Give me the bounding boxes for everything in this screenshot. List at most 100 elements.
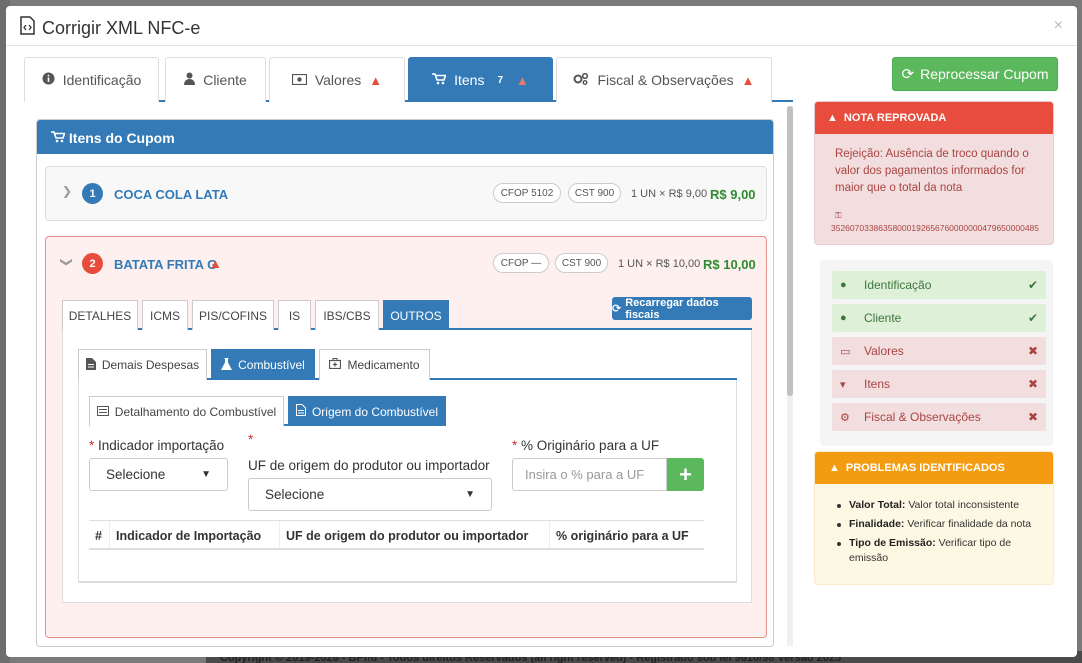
item-name: BATATA FRITA G	[114, 257, 218, 272]
outros-body: Demais Despesas Combustível Medicamento	[62, 330, 752, 603]
items-count-badge: 7	[497, 74, 504, 86]
refresh-icon: ⟳	[901, 66, 915, 83]
combustivel-body: Detalhamento do Combustível Origem do Co…	[78, 380, 737, 583]
cst-badge: CST 900	[555, 253, 608, 273]
tab-demais-despesas[interactable]: Demais Despesas	[78, 349, 207, 380]
tab-cliente-label: Cliente	[203, 72, 247, 88]
validation-status-list: ● Identificação ✔ ● Cliente ✔ ▭ Valores …	[820, 260, 1053, 446]
items-panel-header: Itens do Cupom	[37, 120, 773, 154]
scrollbar-thumb[interactable]	[787, 106, 793, 396]
item-name: COCA COLA LATA	[114, 187, 229, 202]
tab-icms[interactable]: ICMS	[142, 300, 188, 330]
tab-itens[interactable]: Itens 7 ▲	[408, 57, 553, 102]
reload-fiscal-button[interactable]: ⟳ Recarregar dados fiscais	[612, 297, 752, 321]
status-itens[interactable]: ▾ Itens ✖	[832, 370, 1046, 398]
cfop-badge: CFOP —	[493, 253, 549, 273]
col-uf: UF de origem do produtor ou importador	[279, 521, 549, 548]
modal-title-text: Corrigir XML NFC-e	[42, 17, 201, 38]
tab-outros[interactable]: OUTROS	[383, 300, 449, 330]
main-column: Identificação Cliente Valores ▲ Itens 7 …	[24, 57, 793, 647]
indicador-select-value: Selecione	[106, 467, 166, 482]
indicador-label-text: Indicador importação	[98, 438, 225, 453]
chevron-down-icon[interactable]: ❯	[60, 257, 74, 267]
key-icon: ⚿	[835, 210, 842, 220]
uf-required-mark: *	[248, 432, 253, 447]
perc-label-text: % Originário para a UF	[521, 438, 660, 453]
uf-label: UF de origem do produtor ou importador	[248, 458, 490, 473]
info-circle-icon: ●	[840, 279, 847, 291]
user-icon: ●	[840, 312, 847, 324]
check-icon: ✔	[1027, 278, 1038, 292]
col-index: #	[95, 529, 102, 543]
problems-title: PROBLEMAS IDENTIFICADOS	[845, 462, 1005, 474]
flask-icon	[221, 357, 233, 373]
problem-value: Valor total inconsistente	[908, 499, 1020, 511]
money-icon: ▭	[840, 345, 851, 358]
vertical-scrollbar[interactable]	[787, 106, 793, 646]
tab-medicamento[interactable]: Medicamento	[319, 349, 430, 380]
problems-alert: ▲ PROBLEMAS IDENTIFICADOS Valor Total: V…	[814, 451, 1054, 585]
status-fiscal[interactable]: ⚙ Fiscal & Observações ✖	[832, 403, 1046, 431]
refresh-icon: ⟳	[612, 303, 622, 315]
tab-origem-combustivel[interactable]: Origem do Combustível	[288, 396, 446, 426]
uf-select-value: Selecione	[265, 487, 325, 502]
close-icon[interactable]: ×	[1054, 17, 1063, 35]
item-qty: 1 UN × R$ 9,00	[631, 188, 708, 200]
tab-demais-despesas-label: Demais Despesas	[101, 358, 200, 372]
tab-fiscal[interactable]: Fiscal & Observações ▲	[556, 57, 772, 102]
modal-title: Corrigir XML NFC-e	[19, 16, 200, 40]
money-icon	[291, 72, 307, 88]
tab-detalhamento-combustivel[interactable]: Detalhamento do Combustível	[89, 396, 284, 426]
tab-ibs-cbs[interactable]: IBS/CBS	[315, 300, 379, 330]
tab-pis-cofins[interactable]: PIS/COFINS	[192, 300, 274, 330]
rejection-alert: ▲ NOTA REPROVADA Rejeição: Ausência de t…	[814, 101, 1054, 245]
status-cliente[interactable]: ● Cliente ✔	[832, 304, 1046, 332]
tab-detalhes[interactable]: DETALHES	[62, 300, 138, 330]
warning-icon: ▲	[516, 72, 529, 88]
required-mark: *	[512, 438, 518, 453]
cart-icon	[51, 130, 66, 146]
tab-origem-label: Origem do Combustível	[311, 404, 439, 419]
warning-icon: ▲	[209, 256, 222, 271]
warning-icon: ▲	[369, 72, 383, 88]
uf-select[interactable]: Selecione ▼	[248, 478, 492, 511]
indicador-select[interactable]: Selecione ▼	[89, 458, 228, 491]
chave-text: 3526070338635800019265676000000047965000…	[831, 223, 1040, 233]
item-number: 2	[82, 253, 103, 274]
cst-badge: CST 900	[568, 183, 621, 203]
combustivel-tabs: Detalhamento do Combustível Origem do Co…	[89, 396, 446, 426]
rejection-message: Rejeição: Ausência de troco quando o val…	[835, 148, 1029, 194]
tab-valores[interactable]: Valores ▲	[269, 57, 405, 102]
status-identificacao[interactable]: ● Identificação ✔	[832, 271, 1046, 299]
times-icon: ✖	[1027, 377, 1038, 391]
reprocess-label: Reprocessar Cupom	[920, 66, 1049, 82]
item-row-1[interactable]: ❯ 1 COCA COLA LATA CFOP 5102 CST 900 1 U…	[45, 166, 767, 221]
outros-tabs: Demais Despesas Combustível Medicamento	[78, 349, 737, 380]
reprocess-button[interactable]: ⟳ Reprocessar Cupom	[892, 57, 1058, 91]
add-button[interactable]: +	[667, 458, 704, 491]
status-valores[interactable]: ▭ Valores ✖	[832, 337, 1046, 365]
list-icon	[96, 405, 109, 419]
tab-identificacao[interactable]: Identificação	[24, 57, 159, 102]
status-label: Identificação	[864, 278, 932, 292]
problem-item: Tipo de Emissão: Verificar tipo de emiss…	[837, 536, 1037, 566]
perc-input[interactable]: Insira o % para a UF	[512, 458, 667, 491]
status-label: Itens	[864, 377, 891, 391]
tab-is[interactable]: IS	[278, 300, 311, 330]
problem-key: Finalidade:	[849, 518, 905, 530]
chevron-right-icon[interactable]: ❯	[62, 184, 72, 198]
tab-identificacao-label: Identificação	[62, 72, 142, 88]
tab-combustivel-label: Combustível	[238, 358, 305, 372]
problem-key: Tipo de Emissão:	[849, 537, 936, 549]
problem-item: Finalidade: Verificar finalidade da nota	[837, 517, 1037, 532]
required-mark: *	[248, 432, 254, 447]
correct-xml-modal: Corrigir XML NFC-e × Identificação Clien…	[6, 6, 1077, 657]
item-total: R$ 9,00	[710, 187, 756, 202]
problems-list: Valor Total: Valor total inconsistente F…	[815, 484, 1053, 566]
cart-icon	[432, 72, 447, 88]
item-number: 1	[82, 183, 103, 204]
tab-valores-label: Valores	[314, 72, 362, 88]
tab-cliente[interactable]: Cliente	[165, 57, 266, 102]
items-panel: Itens do Cupom ❯ 1 COCA COLA LATA CFOP 5…	[36, 119, 774, 647]
tab-combustivel[interactable]: Combustível	[211, 349, 315, 380]
